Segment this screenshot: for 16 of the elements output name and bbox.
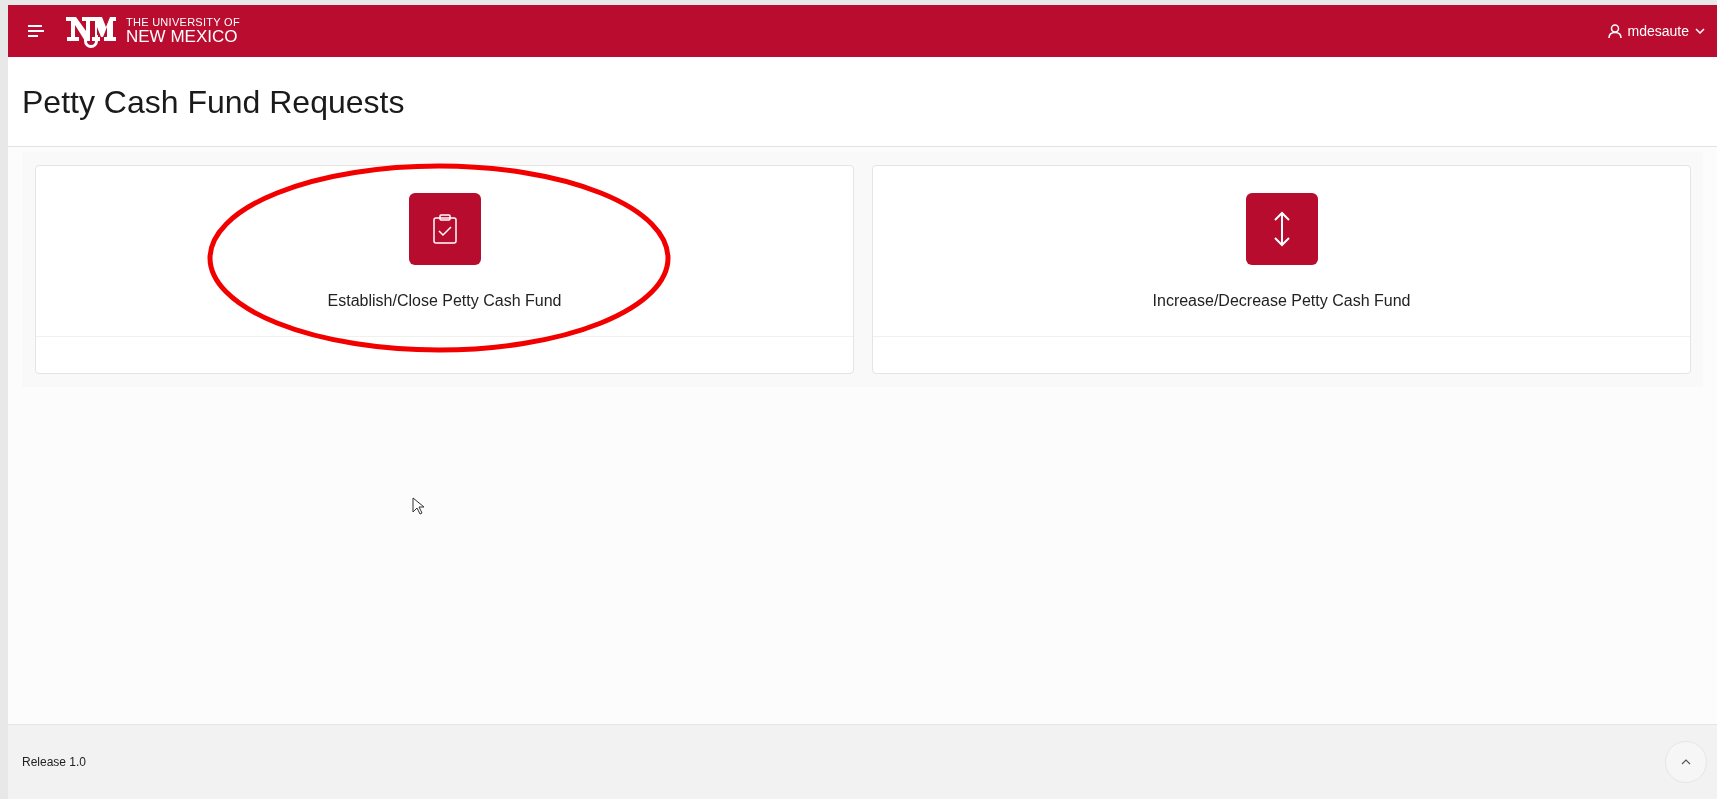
user-menu-button[interactable]: mdesaute	[1607, 20, 1705, 42]
menu-icon	[28, 25, 44, 37]
logo-text: THE UNIVERSITY OF	[126, 17, 240, 28]
release-text: Release 1.0	[22, 754, 87, 771]
card-label: Establish/Close Petty Cash Fund	[327, 291, 562, 311]
card-label: Increase/Decrease Petty Cash Fund	[1152, 291, 1411, 311]
chevron-up-icon	[1681, 759, 1691, 765]
mouse-pointer-icon	[412, 497, 424, 515]
menu-card[interactable]: Establish/Close Petty Cash Fund	[35, 165, 854, 374]
up-down-arrow-icon	[1271, 211, 1292, 247]
menu-card[interactable]: Increase/Decrease Petty Cash Fund	[872, 165, 1691, 374]
clipboard-check-icon	[431, 214, 458, 244]
page-title: Petty Cash Fund Requests	[22, 82, 405, 122]
logo-text: NEW MEXICO	[126, 28, 239, 45]
chevron-down-icon	[1695, 28, 1705, 34]
user-icon	[1607, 23, 1622, 39]
